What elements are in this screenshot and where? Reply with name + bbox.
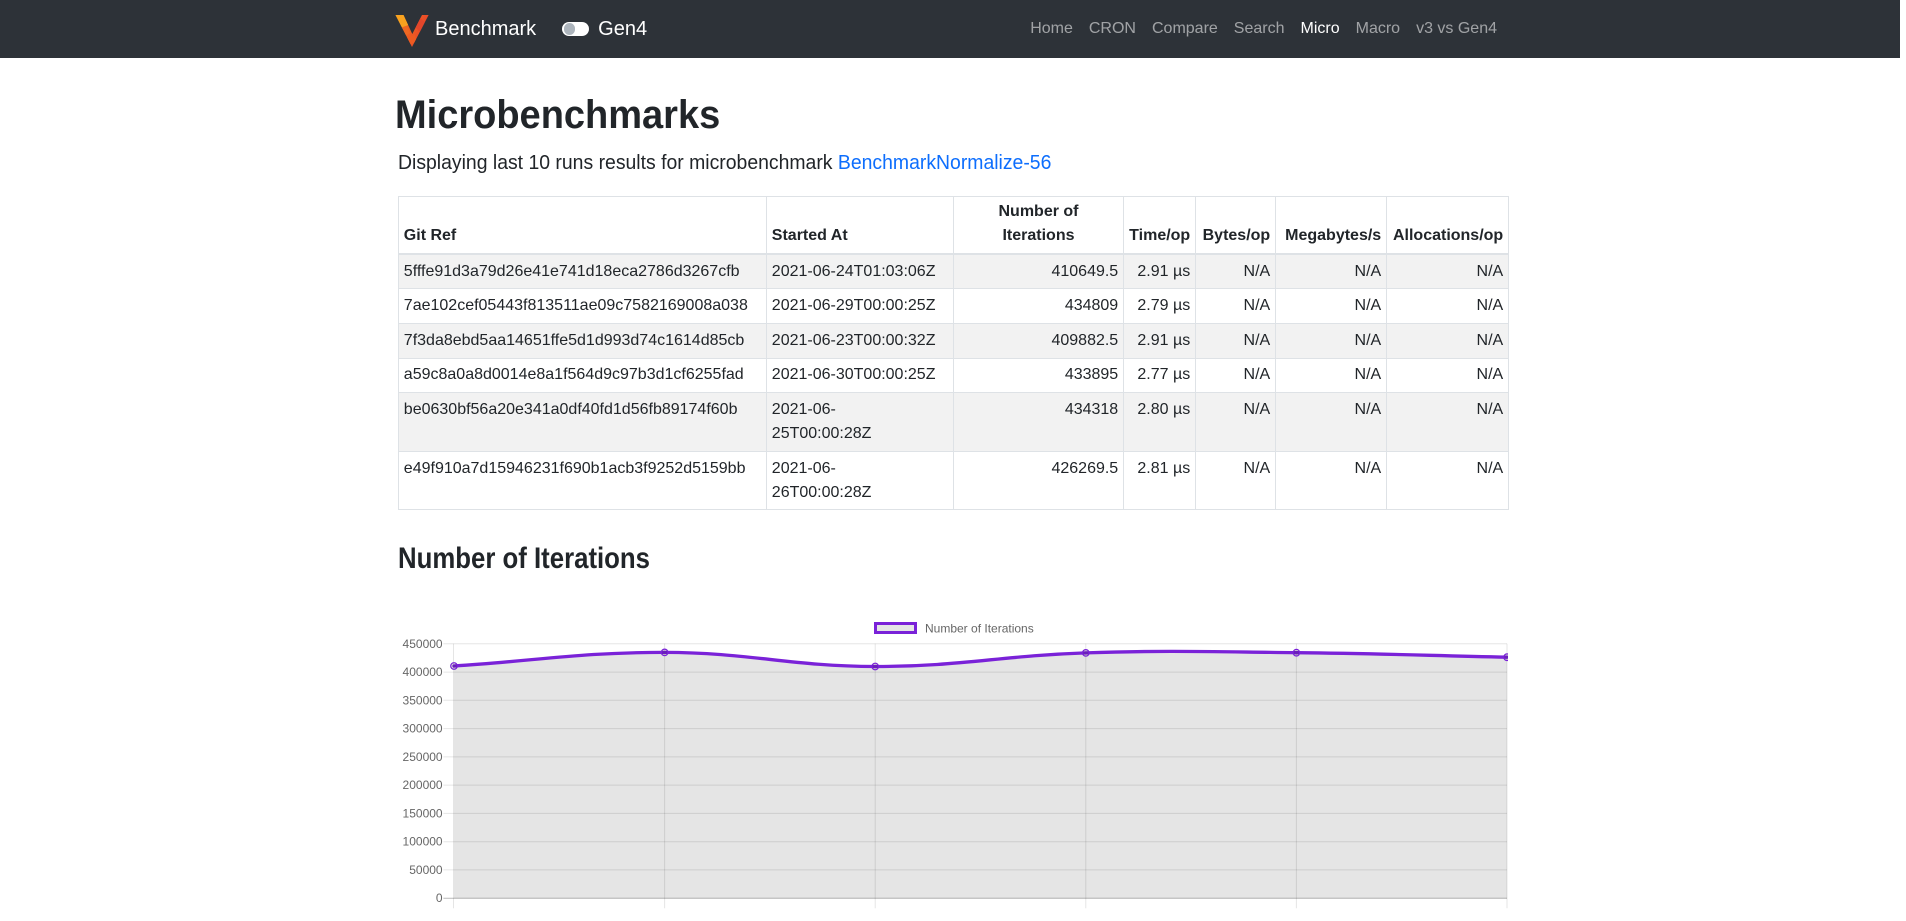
svg-text:Number of Iterations: Number of Iterations (925, 621, 1034, 635)
svg-text:300000: 300000 (403, 721, 443, 735)
svg-text:450000: 450000 (403, 637, 443, 651)
svg-text:50000: 50000 (409, 863, 443, 877)
svg-text:0: 0 (436, 891, 443, 905)
svg-text:250000: 250000 (403, 750, 443, 764)
svg-text:100000: 100000 (403, 835, 443, 849)
svg-text:200000: 200000 (403, 778, 443, 792)
svg-text:150000: 150000 (403, 806, 443, 820)
svg-text:400000: 400000 (403, 665, 443, 679)
svg-text:350000: 350000 (403, 693, 443, 707)
